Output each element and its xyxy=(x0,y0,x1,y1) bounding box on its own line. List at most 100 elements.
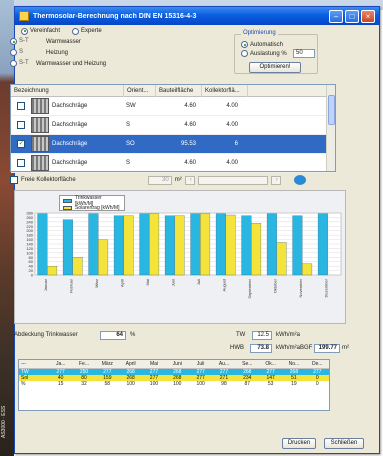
table-row[interactable]: Dachschräge SW 4.60 4.00 xyxy=(11,97,335,116)
table-row[interactable]: Dachschräge S 4.60 4.00 xyxy=(11,116,335,135)
radio-dot xyxy=(72,27,80,35)
tw-label: TW xyxy=(236,332,246,338)
optimization-coverage-label: Auslastung % xyxy=(250,50,287,57)
bar-solarertrag xyxy=(302,263,313,276)
surfaces-rows: Dachschräge SW 4.60 4.00 Dachschräge S 4.60 4.0… xyxy=(11,97,335,173)
side-caption: AS3000 · ESS xyxy=(1,405,7,439)
row-orientation: SW xyxy=(126,103,136,109)
usage-symbol: S-T xyxy=(19,59,29,66)
coverage-unit: % xyxy=(130,332,136,338)
radio-dot xyxy=(10,60,17,67)
bar-trinkwasser xyxy=(37,213,48,276)
bgf-value: 199.77 xyxy=(314,344,340,353)
bar-solarertrag xyxy=(200,213,211,276)
usage-symbol: S-T xyxy=(19,37,29,44)
row-area: 4.60 xyxy=(184,122,196,128)
usage-option-both[interactable]: S-T Warmwasser und Heizung xyxy=(10,58,232,69)
month-cell: 0 xyxy=(315,381,319,387)
legend-swatch-trinkwasser xyxy=(63,198,72,203)
tw-value: 12.5 xyxy=(252,331,272,340)
x-tick-label: November xyxy=(298,278,303,297)
month-header-cell: Mai xyxy=(149,361,158,367)
month-cell: 100 xyxy=(149,381,159,387)
x-tick-label: Dezember xyxy=(324,278,329,297)
y-tick-label: 260 xyxy=(26,215,33,220)
legend-entry-solarertrag: Solarertrag [kWh/M] xyxy=(63,204,121,211)
refresh-icon[interactable] xyxy=(293,175,306,185)
month-header-cell: Fe... xyxy=(78,361,89,367)
roof-icon xyxy=(31,98,49,114)
bar-solarertrag xyxy=(98,239,109,276)
table-scrollbar[interactable] xyxy=(326,85,335,171)
table-row[interactable]: Dachschräge S 4.60 4.00 xyxy=(11,154,335,173)
free-collector-checkbox[interactable] xyxy=(10,176,18,184)
row-checkbox[interactable] xyxy=(17,102,25,110)
minimize-icon[interactable]: – xyxy=(329,9,343,23)
bar-solarertrag xyxy=(149,213,160,276)
month-cell: 32 xyxy=(81,381,87,387)
y-tick-label: 0 xyxy=(31,273,34,278)
mode-simplified-radio[interactable]: Vereinfacht xyxy=(21,27,61,35)
y-tick-label: 120 xyxy=(26,246,33,251)
collector-area-input[interactable]: 30 xyxy=(147,175,172,185)
monthly-row-pct: % 15 32 58 100 100 100 100 98 87 53 19 0 xyxy=(19,381,329,387)
coverage-input[interactable]: 50 xyxy=(293,49,315,58)
radio-dot xyxy=(10,38,17,45)
x-tick-label: März xyxy=(94,279,99,288)
row-collector-area: 4.00 xyxy=(226,160,238,166)
window-title: Thermosolar-Berechnung nach DIN EN 15316… xyxy=(33,12,197,20)
row-checkbox[interactable] xyxy=(17,159,25,167)
coverage-label: Abdeckung Trinkwasser xyxy=(14,332,78,338)
monthly-chart: 0 20 40 60 80 100 120 140 160 180 200 220 240 260 280 J… xyxy=(14,190,346,324)
mode-expert-label: Experte xyxy=(81,28,102,34)
nav-prev-button[interactable]: ‹ xyxy=(184,175,195,185)
monthly-table: --- Ja... Fe... März April Mai Juni Juli Au... Se… xyxy=(18,359,330,411)
column-header-collector[interactable]: Kollektorflä... xyxy=(202,84,248,97)
column-header-orient[interactable]: Orient... xyxy=(124,84,156,97)
radio-dot xyxy=(241,41,248,48)
surfaces-table: Bezeichnung Orient... Bauteilfläche Koll… xyxy=(10,84,336,173)
mode-expert-radio[interactable]: Experte xyxy=(72,27,102,35)
row-checkbox[interactable] xyxy=(17,121,25,129)
bar-trinkwasser xyxy=(164,215,175,276)
optimize-button[interactable]: Optimieren! xyxy=(249,62,301,73)
legend-swatch-solarertrag xyxy=(63,205,72,210)
y-tick-label: 20 xyxy=(29,268,34,273)
bar-solarertrag xyxy=(225,214,236,276)
optimization-coverage-radio[interactable]: Auslastung % xyxy=(241,50,287,57)
usage-option-heizung[interactable]: S Heizung xyxy=(10,47,232,58)
usage-option-warmwasser[interactable]: S-T Warmwasser xyxy=(10,36,232,47)
collector-slider[interactable] xyxy=(197,175,268,185)
usage-options: S-T Warmwasser S Heizung S-T Warmwasser … xyxy=(10,36,232,82)
column-header-name[interactable]: Bezeichnung xyxy=(11,84,124,97)
bar-solarertrag xyxy=(123,215,134,276)
month-header-cell: De... xyxy=(311,361,323,367)
column-header-area[interactable]: Bauteilfläche xyxy=(156,84,202,97)
bgf-label: BGF xyxy=(300,345,313,351)
bar-trinkwasser xyxy=(139,213,150,276)
bar-solarertrag xyxy=(47,265,58,276)
month-cell: 100 xyxy=(126,381,135,387)
table-row[interactable]: Dachschräge SO 95.53 6 xyxy=(11,135,335,154)
bar-trinkwasser xyxy=(317,213,328,276)
optimization-group: Optimierung Automatisch Auslastung % 50 … xyxy=(234,30,318,74)
bar-trinkwasser xyxy=(292,215,303,276)
close-icon[interactable]: × xyxy=(361,9,375,23)
optimization-auto-label: Automatisch xyxy=(250,41,284,48)
row-orientation: S xyxy=(126,160,131,166)
scrollbar-thumb[interactable] xyxy=(328,95,335,125)
optimization-auto-radio[interactable]: Automatisch xyxy=(241,41,283,48)
month-header-cell: Ok... xyxy=(265,361,276,367)
row-name: Dachschräge xyxy=(52,141,88,147)
free-collector-label: Freie Kollektorfläche xyxy=(21,177,76,183)
hwb-value: 73.8 xyxy=(250,344,272,353)
tw-unit: kWh/m²a xyxy=(276,332,300,338)
maximize-icon[interactable]: □ xyxy=(345,9,359,23)
month-header-cell: No... xyxy=(288,361,300,367)
nav-next-button[interactable]: › xyxy=(270,175,281,185)
mode-simplified-label: Vereinfacht xyxy=(30,28,61,34)
close-button[interactable]: Schließen xyxy=(324,438,364,449)
title-bar[interactable]: Thermosolar-Berechnung nach DIN EN 15316… xyxy=(15,7,379,25)
print-button[interactable]: Drucken xyxy=(282,438,316,449)
row-checkbox[interactable] xyxy=(17,139,25,148)
